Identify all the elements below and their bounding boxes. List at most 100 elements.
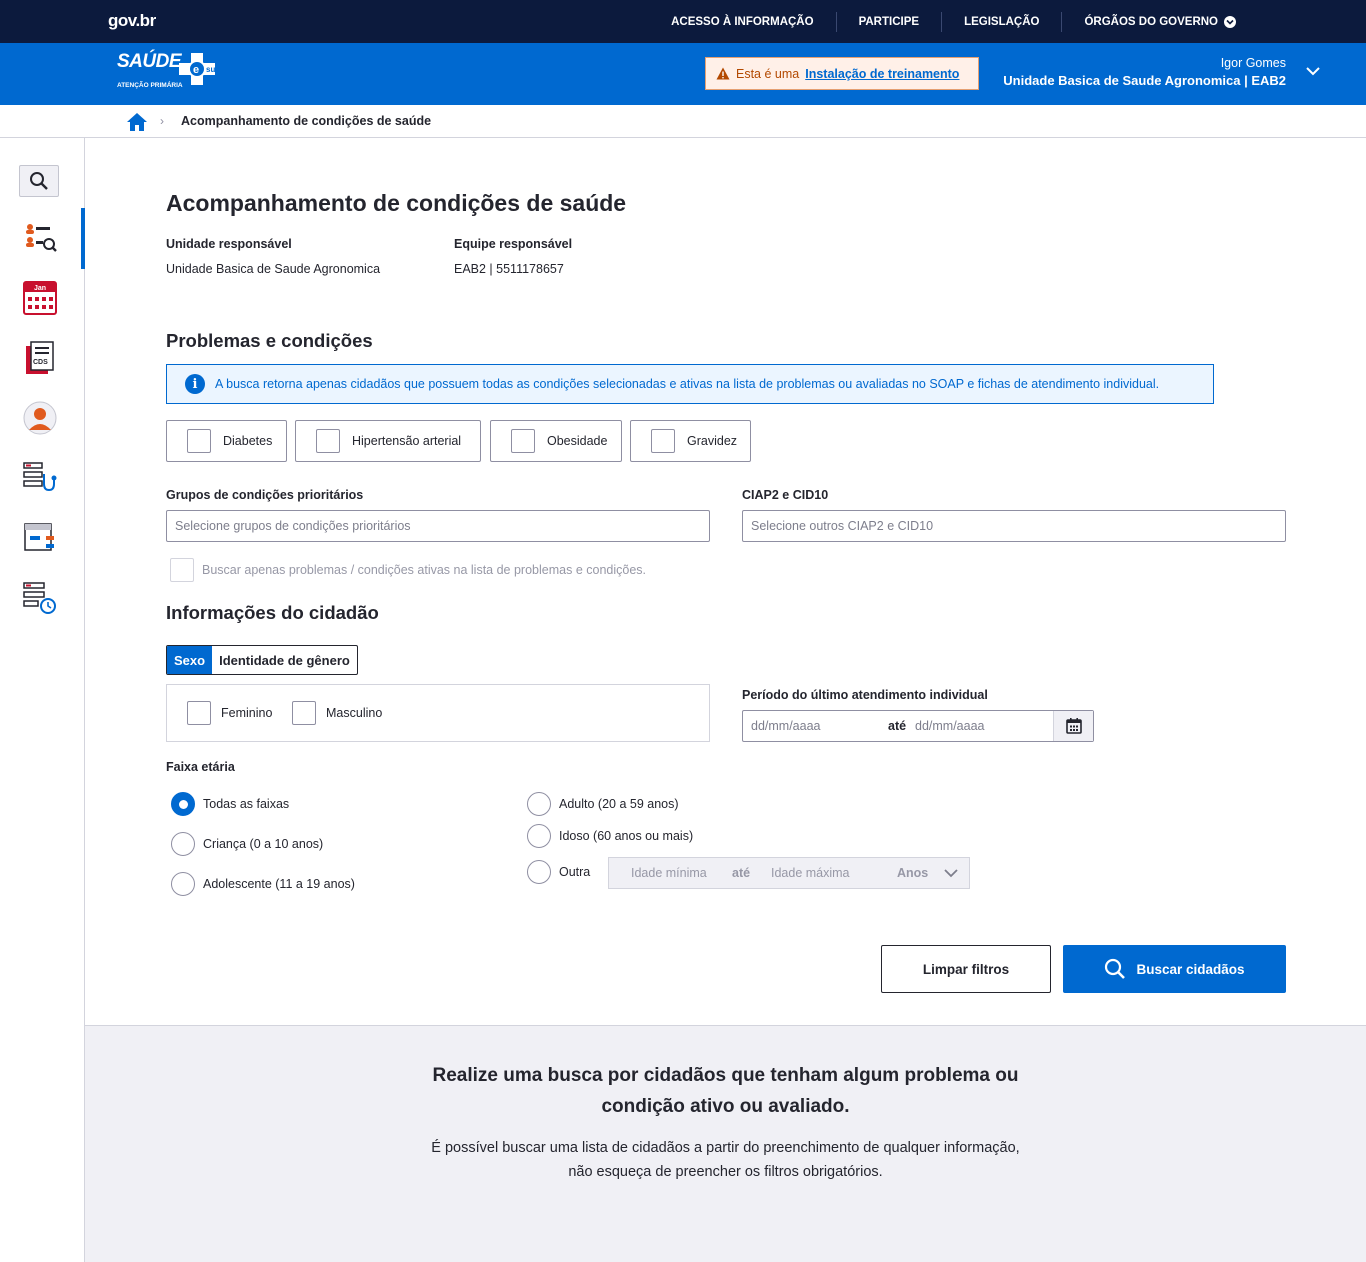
checkbox[interactable] [292,701,316,725]
clear-filters-button[interactable]: Limpar filtros [881,945,1051,993]
empty-desc-line: não esqueça de preencher os filtros obri… [568,1164,883,1180]
info-icon: i [185,374,205,394]
period-date-range: dd/mm/aaaa até dd/mm/aaaa [742,710,1094,742]
age-todas[interactable]: Todas as faixas [171,792,289,816]
problems-heading: Problemas e condições [166,330,373,351]
condition-label: Obesidade [547,434,608,448]
condition-hipertensao[interactable]: Hipertensão arterial [295,420,481,462]
age-option-label: Adulto (20 a 59 anos) [559,797,679,811]
radio[interactable] [527,792,551,816]
chevron-down-icon [1224,15,1236,28]
list-clock-icon[interactable] [22,580,58,616]
nav-orgaos-governo[interactable]: ÓRGÃOS DO GOVERNO [1061,11,1258,32]
logo-esus: sus [206,65,220,74]
nav-acesso-informacao[interactable]: ACESSO À INFORMAÇÃO [649,12,835,32]
nav-participe[interactable]: PARTICIPE [835,11,942,32]
date-to-input[interactable]: dd/mm/aaaa [915,719,984,733]
search-icon[interactable] [19,165,59,197]
training-text: Esta é uma [736,66,800,81]
sex-label: Feminino [221,706,273,720]
tab-sexo[interactable]: Sexo [167,646,213,674]
radio[interactable] [527,860,551,884]
checkbox[interactable] [187,701,211,725]
empty-state-title: Realize uma busca por cidadãos que tenha… [85,1060,1366,1122]
radio[interactable] [171,872,195,896]
stethoscope-list-icon[interactable] [22,460,58,496]
citizen-search-icon[interactable] [22,220,58,256]
age-idoso[interactable]: Idoso (60 anos ou mais) [527,824,693,848]
radio[interactable] [527,824,551,848]
age-option-label: Outra [559,865,591,879]
calendar-icon[interactable]: Jan [22,280,58,316]
unit-label: Unidade responsável [166,237,292,251]
citizen-heading: Informações do cidadão [166,602,379,623]
age-option-label: Adolescente (11 a 19 anos) [203,877,355,891]
age-crianca[interactable]: Criança (0 a 10 anos) [171,832,323,856]
age-unit-select: Anos [897,866,929,880]
user-name: Igor Gomes [1220,56,1286,70]
training-link[interactable]: Instalação de treinamento [805,67,959,81]
logo-word: SAÚDE [117,51,182,72]
chevron-right-icon: › [160,114,164,128]
page-title: Acompanhamento de condições de saúde [166,190,627,216]
age-option-label: Criança (0 a 10 anos) [203,837,324,851]
groups-select[interactable]: Selecione grupos de condições prioritári… [166,510,710,542]
condition-label: Gravidez [687,434,738,448]
age-min-input: Idade mínima [631,866,707,880]
condition-diabetes[interactable]: Diabetes [166,420,287,462]
training-banner: Esta é uma Instalação de treinamento [705,57,979,90]
ciap-label: CIAP2 e CID10 [742,488,829,502]
sex-feminino[interactable]: Feminino [187,701,272,725]
empty-state-description: É possível buscar uma lista de cidadãos … [85,1136,1366,1184]
govbr-logo[interactable]: gov.br [108,11,156,31]
radio[interactable] [171,832,195,856]
active-only-checkbox [170,558,194,582]
chevron-down-icon[interactable] [1305,65,1321,77]
ciap-select[interactable]: Selecione outros CIAP2 e CID10 [742,510,1286,542]
condition-label: Hipertensão arterial [352,434,462,448]
search-icon [1105,958,1126,979]
saude-esus-logo[interactable]: SAÚDE e sus ATENÇÃO PRIMÁRIA [117,51,220,89]
radio-selected[interactable] [171,792,195,816]
sex-masculino[interactable]: Masculino [292,701,382,725]
cds-icon[interactable]: CDS [22,340,58,376]
breadcrumb: › Acompanhamento de condições de saúde [0,105,1366,138]
unit-value: Unidade Basica de Saude Agronomica [166,262,381,276]
checkbox[interactable] [651,429,675,453]
condition-obesidade[interactable]: Obesidade [490,420,622,462]
list-box-icon[interactable] [22,520,58,556]
nav-legislacao[interactable]: LEGISLAÇÃO [941,11,1061,32]
tab-identidade-genero[interactable]: Identidade de gênero [212,646,357,674]
groups-label: Grupos de condições prioritários [166,488,364,502]
calendar-icon[interactable] [1053,711,1093,741]
nav-orgaos-label: ÓRGÃOS DO GOVERNO [1084,15,1218,28]
age-range-input: Idade mínima até Idade máxima Anos [608,857,970,889]
condition-gravidez[interactable]: Gravidez [630,420,751,462]
age-outra[interactable]: Outra [527,860,590,884]
home-icon[interactable] [126,112,148,132]
cds-label: CDS [33,359,48,366]
empty-desc-line: É possível buscar uma lista de cidadãos … [431,1140,1020,1156]
app-header: SAÚDE e sus ATENÇÃO PRIMÁRIA Esta é uma … [0,43,1366,105]
user-info[interactable]: Igor Gomes Unidade Basica de Saude Agron… [1003,56,1286,88]
esus-cross-icon: e sus [179,53,220,85]
profile-icon[interactable] [22,400,58,436]
checkbox[interactable] [316,429,340,453]
empty-title-line: Realize uma busca por cidadãos que tenha… [432,1065,1019,1086]
empty-title-line: condição ativo ou avaliado. [601,1096,850,1117]
logo-subtitle: ATENÇÃO PRIMÁRIA [117,82,183,89]
team-value: EAB2 | 5511178657 [454,262,564,276]
gov-bar: gov.br ACESSO À INFORMAÇÃO PARTICIPE LEG… [0,0,1366,43]
search-citizens-button[interactable]: Buscar cidadãos [1063,945,1286,993]
svg-text:e: e [193,64,199,76]
search-button-label: Buscar cidadãos [1136,961,1245,977]
checkbox[interactable] [511,429,535,453]
info-alert: i A busca retorna apenas cidadãos que po… [166,364,1214,404]
calendar-month: Jan [34,285,46,292]
age-max-input: Idade máxima [771,866,850,880]
empty-state: Realize uma busca por cidadãos que tenha… [85,1025,1366,1262]
date-from-input[interactable]: dd/mm/aaaa [751,719,820,733]
checkbox[interactable] [187,429,211,453]
age-adulto[interactable]: Adulto (20 a 59 anos) [527,792,679,816]
age-adolescente[interactable]: Adolescente (11 a 19 anos) [171,872,355,896]
